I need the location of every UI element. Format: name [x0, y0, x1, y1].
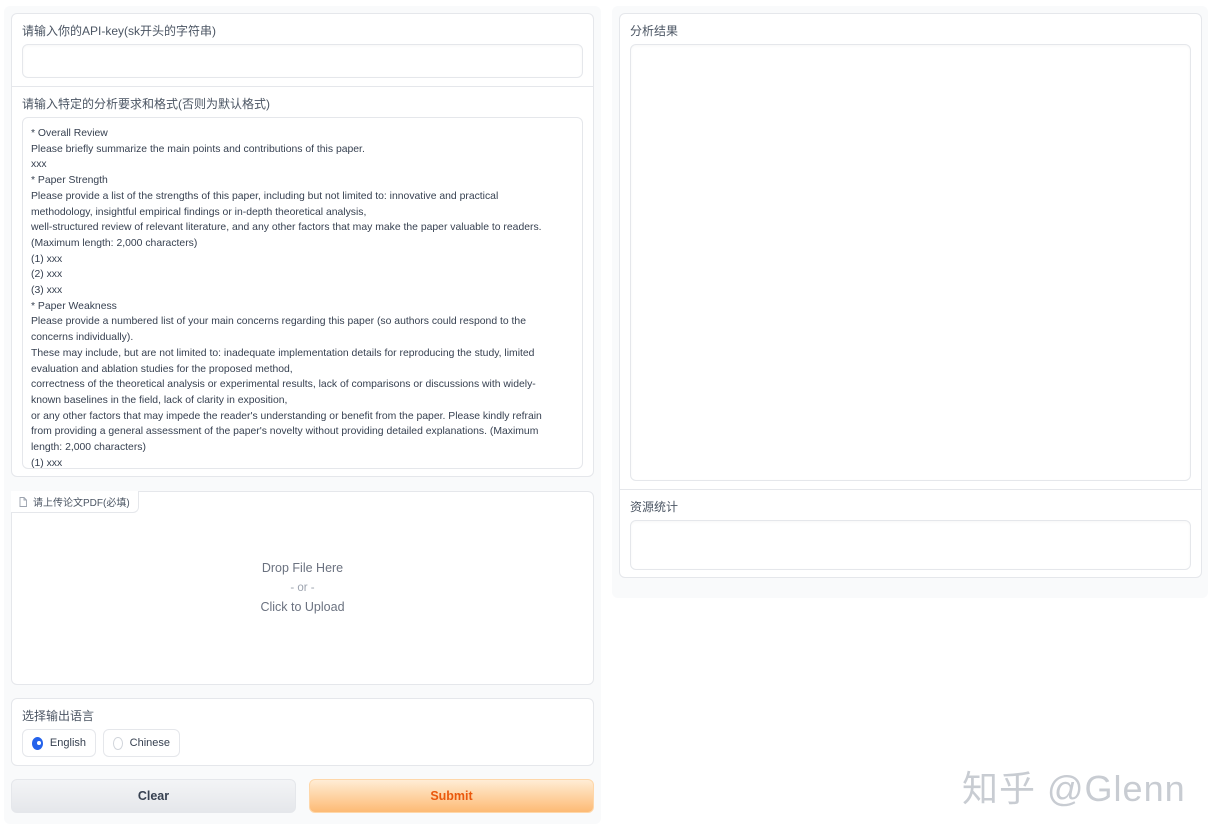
or-text: - or -: [290, 582, 315, 594]
radio-unchecked-icon: [113, 736, 123, 750]
clear-button[interactable]: Clear: [11, 779, 296, 813]
requirements-line: known baselines in the field, lack of cl…: [31, 394, 288, 406]
requirements-line: length: 2,000 characters): [31, 442, 146, 454]
requirements-line: (2) xxx: [31, 269, 63, 281]
click-to-upload-text[interactable]: Click to Upload: [11, 600, 594, 614]
requirements-line: or any other factors that may impede the…: [31, 410, 542, 422]
upload-tab: 请上传论文PDF(必填): [11, 491, 139, 513]
requirements-line: correctness of the theoretical analysis …: [31, 379, 536, 391]
requirements-line: (1) xxx: [31, 457, 63, 469]
requirements-line: These may include, but are not limited t…: [31, 347, 535, 359]
radio-chinese[interactable]: Chinese: [103, 729, 180, 757]
radio-english-label: English: [49, 737, 86, 749]
language-label: 选择输出语言: [22, 709, 95, 723]
stats-label: 资源统计: [630, 500, 679, 514]
result-label: 分析结果: [630, 24, 679, 38]
result-textarea[interactable]: [630, 44, 1191, 481]
requirements-line: * Overall Review: [31, 128, 108, 139]
requirements-line: from providing a general assessment of t…: [31, 426, 539, 438]
divider: [619, 489, 1202, 490]
requirements-line: * Paper Weakness: [31, 300, 117, 312]
requirements-line: Please provide a numbered list of your m…: [31, 316, 526, 328]
api-key-label: 请输入你的API-key(sk开头的字符串): [22, 24, 217, 38]
upload-tab-label: 请上传论文PDF(必填): [33, 498, 130, 509]
requirements-line: well-structured review of relevant liter…: [31, 222, 542, 234]
requirements-line: (Maximum length: 2,000 characters): [31, 237, 198, 249]
requirements-line: * Paper Strength: [31, 175, 108, 187]
requirements-textarea[interactable]: * Overall Review Please briefly summarize…: [22, 117, 583, 469]
requirements-line: (1) xxx: [31, 253, 63, 265]
radio-english[interactable]: English: [22, 729, 96, 757]
requirements-line: methodology, insightful empirical findin…: [31, 206, 367, 218]
file-icon: [19, 496, 27, 507]
watermark: 知乎 @Glenn: [962, 768, 1186, 809]
radio-chinese-label: Chinese: [129, 737, 170, 749]
api-key-input[interactable]: [22, 44, 583, 78]
stats-textarea[interactable]: [630, 520, 1191, 570]
requirements-label: 请输入特定的分析要求和格式(否则为默认格式): [22, 97, 270, 111]
requirements-line: xxx: [31, 159, 47, 171]
divider: [11, 86, 594, 87]
submit-button[interactable]: Submit: [309, 779, 594, 813]
requirements-line: Please provide a list of the strengths o…: [31, 190, 499, 202]
requirements-line: evaluation and ablation studies for the …: [31, 363, 293, 375]
requirements-line: concerns individually).: [31, 332, 134, 344]
requirements-line: Please briefly summarize the main points…: [31, 143, 365, 155]
requirements-line: (3) xxx: [31, 285, 63, 297]
drop-file-text: Drop File Here: [261, 561, 344, 575]
language-group: [11, 698, 594, 766]
radio-checked-icon: [32, 736, 43, 750]
